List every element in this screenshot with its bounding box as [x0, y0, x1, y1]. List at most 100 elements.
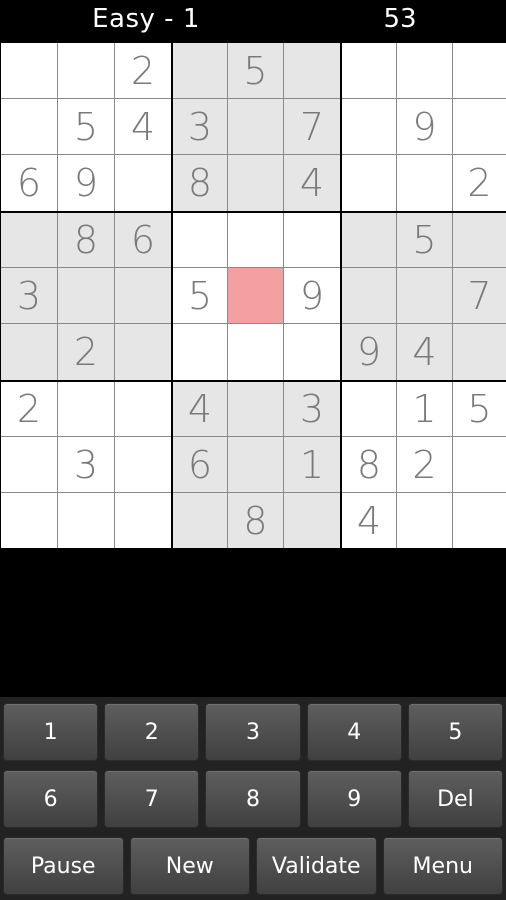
cell-r2-c7[interactable]	[342, 98, 396, 154]
cell-r6-c6[interactable]	[283, 323, 340, 380]
cell-r1-c2[interactable]	[57, 43, 114, 98]
cell-r7-c5[interactable]	[227, 382, 283, 436]
cell-r4-c7[interactable]	[342, 213, 396, 267]
cell-r8-c8[interactable]: 2	[396, 436, 452, 492]
cell-r3-c5[interactable]	[227, 154, 283, 211]
digit-3-button[interactable]: 3	[205, 703, 301, 761]
cell-r8-c6[interactable]: 1	[283, 436, 340, 492]
cell-r8-c4[interactable]: 6	[173, 436, 227, 492]
keypad: 1 2 3 4 5 6 7 8 9 Del Pause New Validate Menu	[0, 697, 506, 900]
cell-r5-c9[interactable]: 7	[452, 267, 506, 323]
cell-r4-c9[interactable]	[452, 213, 506, 267]
pause-button[interactable]: Pause	[3, 837, 124, 895]
cell-r9-c1[interactable]	[1, 492, 57, 548]
cell-r8-c5[interactable]	[227, 436, 283, 492]
cell-r2-c9[interactable]	[452, 98, 506, 154]
digit-8-button[interactable]: 8	[205, 770, 301, 828]
cell-r4-c6[interactable]	[283, 213, 340, 267]
cell-r5-c7[interactable]	[342, 267, 396, 323]
cell-r1-c5[interactable]: 5	[227, 43, 283, 98]
cell-r8-c1[interactable]	[1, 436, 57, 492]
cell-r7-c8[interactable]: 1	[396, 382, 452, 436]
cell-r5-c6[interactable]: 9	[283, 267, 340, 323]
cell-r3-c7[interactable]	[342, 154, 396, 211]
cell-r1-c4[interactable]	[173, 43, 227, 98]
cell-r9-c8[interactable]	[396, 492, 452, 548]
cell-r5-c2[interactable]	[57, 267, 114, 323]
cell-r2-c5[interactable]	[227, 98, 283, 154]
cell-r4-c2[interactable]: 8	[57, 213, 114, 267]
cell-r3-c4[interactable]: 8	[173, 154, 227, 211]
cell-r2-c2[interactable]: 5	[57, 98, 114, 154]
new-button[interactable]: New	[129, 837, 250, 895]
cell-r5-c1[interactable]: 3	[1, 267, 57, 323]
cell-r9-c6[interactable]	[283, 492, 340, 548]
cell-r4-c8[interactable]: 5	[396, 213, 452, 267]
cell-r6-c3[interactable]	[114, 323, 171, 380]
cell-r2-c8[interactable]: 9	[396, 98, 452, 154]
empty-area	[0, 548, 506, 698]
cell-r7-c7[interactable]	[342, 382, 396, 436]
cell-r3-c1[interactable]: 6	[1, 154, 57, 211]
cell-r1-c3[interactable]: 2	[114, 43, 171, 98]
digit-7-button[interactable]: 7	[104, 770, 200, 828]
cell-r3-c9[interactable]: 2	[452, 154, 506, 211]
cell-r3-c3[interactable]	[114, 154, 171, 211]
cell-r7-c9[interactable]: 5	[452, 382, 506, 436]
validate-button[interactable]: Validate	[256, 837, 377, 895]
cell-r7-c2[interactable]	[57, 382, 114, 436]
cell-r9-c3[interactable]	[114, 492, 171, 548]
cell-r6-c8[interactable]: 4	[396, 323, 452, 380]
digit-9-button[interactable]: 9	[306, 770, 402, 828]
top-bar: Easy - 1 53	[0, 0, 506, 42]
cell-r4-c5[interactable]	[227, 213, 283, 267]
cell-r3-c2[interactable]: 9	[57, 154, 114, 211]
cell-r7-c1[interactable]: 2	[1, 382, 57, 436]
cell-r3-c8[interactable]	[396, 154, 452, 211]
cell-r1-c7[interactable]	[342, 43, 396, 98]
cell-r1-c6[interactable]	[283, 43, 340, 98]
cell-r6-c9[interactable]	[452, 323, 506, 380]
cell-r4-c1[interactable]	[1, 213, 57, 267]
cell-r2-c1[interactable]	[1, 98, 57, 154]
cell-r6-c1[interactable]	[1, 323, 57, 380]
cell-r9-c2[interactable]	[57, 492, 114, 548]
digit-5-button[interactable]: 5	[407, 703, 503, 761]
menu-button[interactable]: Menu	[382, 837, 503, 895]
cell-r1-c8[interactable]	[396, 43, 452, 98]
cell-r5-c5[interactable]	[227, 267, 283, 323]
cell-r8-c3[interactable]	[114, 436, 171, 492]
cell-r1-c9[interactable]	[452, 43, 506, 98]
cell-r9-c9[interactable]	[452, 492, 506, 548]
cell-r6-c7[interactable]: 9	[342, 323, 396, 380]
cell-r6-c5[interactable]	[227, 323, 283, 380]
cell-r2-c4[interactable]: 3	[173, 98, 227, 154]
puzzle-title: Easy - 1	[92, 4, 200, 34]
cell-r9-c5[interactable]: 8	[227, 492, 283, 548]
digit-6-button[interactable]: 6	[3, 770, 99, 828]
digit-1-button[interactable]: 1	[3, 703, 99, 761]
sudoku-grid: 2554379698428653597294243153618284	[0, 42, 506, 548]
cell-r9-c7[interactable]: 4	[342, 492, 396, 548]
cell-r8-c2[interactable]: 3	[57, 436, 114, 492]
cell-r6-c4[interactable]	[173, 323, 227, 380]
cell-r2-c3[interactable]: 4	[114, 98, 171, 154]
cell-r5-c3[interactable]	[114, 267, 171, 323]
cell-r8-c9[interactable]	[452, 436, 506, 492]
cell-r7-c3[interactable]	[114, 382, 171, 436]
cell-r3-c6[interactable]: 4	[283, 154, 340, 211]
cell-r5-c4[interactable]: 5	[173, 267, 227, 323]
cell-r8-c7[interactable]: 8	[342, 436, 396, 492]
cell-r7-c4[interactable]: 4	[173, 382, 227, 436]
cell-r1-c1[interactable]	[1, 43, 57, 98]
digit-4-button[interactable]: 4	[306, 703, 402, 761]
del-button[interactable]: Del	[407, 770, 503, 828]
cell-r6-c2[interactable]: 2	[57, 323, 114, 380]
cell-r4-c4[interactable]	[173, 213, 227, 267]
digit-2-button[interactable]: 2	[104, 703, 200, 761]
cell-r7-c6[interactable]: 3	[283, 382, 340, 436]
cell-r2-c6[interactable]: 7	[283, 98, 340, 154]
cell-r5-c8[interactable]	[396, 267, 452, 323]
cell-r9-c4[interactable]	[173, 492, 227, 548]
cell-r4-c3[interactable]: 6	[114, 213, 171, 267]
